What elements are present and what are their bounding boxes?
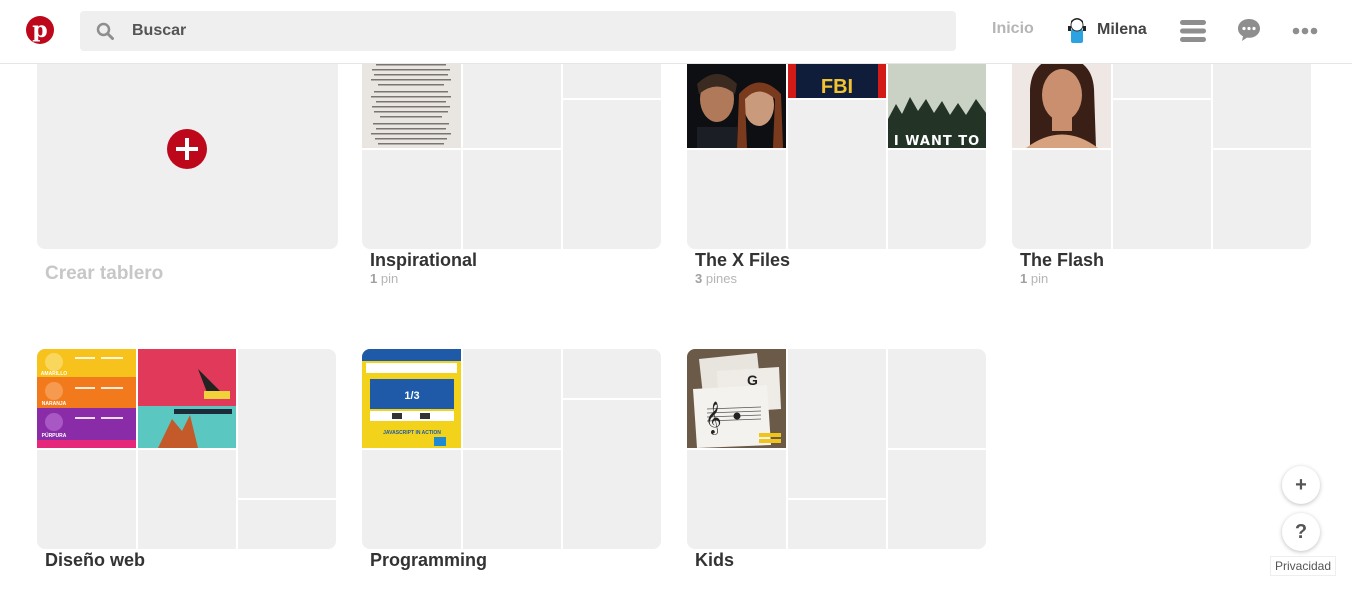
- label-amarillo: AMARILLO: [41, 371, 67, 377]
- text-poem-image: [362, 64, 461, 148]
- empty-pin-slot: [1113, 100, 1211, 249]
- empty-pin-slot: [888, 349, 986, 448]
- empty-pin-slot: [138, 450, 236, 549]
- pin-thumbnail: FBI: [788, 64, 886, 98]
- board-cover[interactable]: 𝄞 G: [687, 349, 986, 549]
- label-naranja: NARANJA: [42, 401, 67, 407]
- empty-pin-slot: [1213, 150, 1311, 249]
- empty-pin-slot: [362, 450, 461, 549]
- pin-thumbnail: I WANT TO: [888, 64, 986, 148]
- privacy-link[interactable]: Privacidad: [1270, 556, 1337, 576]
- search-input[interactable]: [132, 11, 932, 51]
- chat-bubble-icon[interactable]: [1237, 18, 1261, 42]
- empty-pin-slot: [788, 100, 886, 249]
- javascript-infographic-image: 1/3 JAVASCRIPT IN ACTION: [362, 349, 461, 448]
- search-icon: [96, 22, 114, 40]
- svg-text:𝄞: 𝄞: [705, 401, 722, 435]
- more-dots-icon[interactable]: [1292, 27, 1318, 35]
- pin-thumbnail: AMARILLO NARANJA PÚRPURA: [37, 349, 136, 448]
- xfiles-photo-image: [687, 64, 786, 148]
- board-title[interactable]: Kids: [695, 550, 734, 571]
- board-pin-count: 1 pin: [1020, 271, 1049, 286]
- fbi-image: FBI: [788, 64, 886, 98]
- top-header: p Inicio Milena: [0, 0, 1352, 64]
- music-cards-image: 𝄞 G: [687, 349, 786, 448]
- js-fraction-text: 1/3: [404, 390, 419, 402]
- board-cover[interactable]: 1/3 JAVASCRIPT IN ACTION: [362, 349, 661, 549]
- empty-pin-slot: [563, 349, 661, 398]
- empty-pin-slot: [563, 100, 661, 249]
- empty-pin-slot: [888, 150, 986, 249]
- board-cover[interactable]: AMARILLO NARANJA PÚRPURA: [37, 349, 336, 549]
- label-purpura: PÚRPURA: [42, 432, 67, 439]
- fbi-text: FBI: [821, 76, 853, 98]
- board-title[interactable]: Programming: [370, 550, 487, 571]
- empty-pin-slot: [463, 64, 561, 148]
- believe-caption: I WANT TO: [894, 134, 980, 148]
- create-board-card[interactable]: [37, 64, 338, 249]
- pin-thumbnail: [362, 64, 461, 148]
- pinterest-logo-icon[interactable]: p: [26, 16, 54, 44]
- empty-pin-slot: [563, 64, 661, 98]
- search-bar[interactable]: [80, 11, 956, 51]
- help-icon[interactable]: ?: [1282, 513, 1320, 551]
- empty-pin-slot: [238, 349, 336, 498]
- empty-pin-slot: [362, 150, 461, 249]
- logo-letter: p: [32, 17, 48, 43]
- board-cover[interactable]: [362, 64, 661, 249]
- board-pin-count: 1 pin: [370, 271, 399, 286]
- js-caption-text: JAVASCRIPT IN ACTION: [383, 430, 441, 436]
- empty-pin-slot: [788, 349, 886, 498]
- empty-pin-slot: [1113, 64, 1211, 98]
- empty-pin-slot: [463, 450, 561, 549]
- empty-pin-slot: [888, 450, 986, 549]
- board-cover[interactable]: [1012, 64, 1311, 249]
- color-infographic-image: AMARILLO NARANJA PÚRPURA: [37, 349, 136, 448]
- empty-pin-slot: [687, 150, 786, 249]
- empty-pin-slot: [463, 150, 561, 249]
- board-title[interactable]: The X Files: [695, 250, 790, 271]
- board-title[interactable]: Diseño web: [45, 550, 145, 571]
- board-cover[interactable]: FBI I WANT TO: [687, 64, 986, 249]
- board-title[interactable]: Inspirational: [370, 250, 477, 271]
- empty-pin-slot: [687, 450, 786, 549]
- pin-thumbnail: 1/3 JAVASCRIPT IN ACTION: [362, 349, 461, 448]
- empty-pin-slot: [1213, 64, 1311, 148]
- avatar: [1068, 18, 1086, 43]
- pin-thumbnail: [138, 349, 236, 448]
- empty-pin-slot: [238, 500, 336, 549]
- pin-thumbnail: [687, 64, 786, 148]
- i-want-to-believe-image: I WANT TO: [888, 64, 986, 148]
- empty-pin-slot: [563, 400, 661, 549]
- board-title[interactable]: The Flash: [1020, 250, 1104, 271]
- user-name: Milena: [1097, 21, 1147, 38]
- web-design-illustration-image: [138, 349, 236, 448]
- pin-thumbnail: 𝄞 G: [687, 349, 786, 448]
- pin-thumbnail: [1012, 64, 1111, 148]
- empty-pin-slot: [788, 500, 886, 549]
- svg-text:G: G: [747, 372, 758, 388]
- board-pin-count: 3 pines: [695, 271, 737, 286]
- create-board-label[interactable]: Crear tablero: [45, 263, 163, 285]
- empty-pin-slot: [37, 450, 136, 549]
- portrait-image: [1012, 64, 1111, 148]
- boards-grid: Crear tablero Inspirational 1 pin FBI I …: [0, 64, 1352, 589]
- plus-icon: [167, 129, 207, 169]
- empty-pin-slot: [1012, 150, 1111, 249]
- hamburger-menu-icon[interactable]: [1180, 19, 1206, 43]
- empty-pin-slot: [463, 349, 561, 448]
- nav-home-link[interactable]: Inicio: [992, 20, 1034, 38]
- plus-icon[interactable]: +: [1282, 466, 1320, 504]
